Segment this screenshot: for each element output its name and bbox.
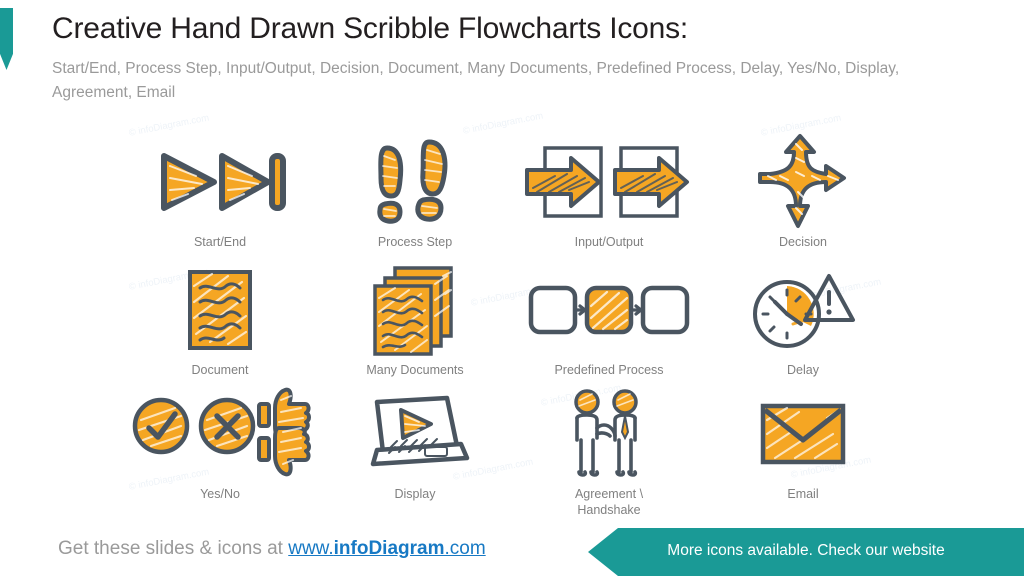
display-icon	[317, 388, 513, 480]
icon-cell-start-end[interactable]: Start/End	[122, 136, 318, 250]
predefined-process-icon	[511, 264, 707, 356]
icon-cell-input-output[interactable]: Input/Output	[511, 136, 707, 250]
slide: Creative Hand Drawn Scribble Flowcharts …	[0, 0, 1024, 576]
icon-cell-yes-no[interactable]: Yes/No	[122, 387, 318, 502]
icon-label: Agreement \ Handshake	[574, 487, 644, 517]
yes-no-icon	[122, 387, 318, 480]
link-brand: infoDiagram	[333, 538, 445, 559]
icon-label: Start/End	[193, 235, 247, 249]
infodiagram-link[interactable]: www.infoDiagram.com	[288, 538, 485, 559]
icon-cell-display[interactable]: Display	[317, 388, 513, 502]
process-step-icon	[317, 136, 513, 228]
icon-cell-delay[interactable]: Delay	[705, 264, 901, 378]
icon-label: Input/Output	[574, 235, 644, 249]
link-www: www.	[288, 538, 334, 559]
icon-cell-agreement[interactable]: Agreement \ Handshake	[511, 388, 707, 518]
icon-label: Predefined Process	[554, 363, 664, 377]
footer: Get these slides & icons at www.infoDiag…	[0, 528, 1024, 576]
document-icon	[122, 264, 318, 356]
icon-cell-many-documents[interactable]: Many Documents	[317, 264, 513, 378]
icon-label: Decision	[779, 235, 827, 249]
icon-cell-decision[interactable]: Decision	[705, 134, 901, 250]
link-tld: .com	[444, 538, 486, 559]
start-end-icon	[122, 136, 318, 228]
decision-icon	[705, 134, 901, 228]
icon-label: Email	[787, 487, 819, 501]
page-subtitle: Start/End, Process Step, Input/Output, D…	[52, 60, 900, 101]
banner-text: More icons available. Check our website	[667, 542, 945, 559]
icon-cell-predefined-process[interactable]: Predefined Process	[511, 264, 707, 378]
agreement-handshake-icon	[511, 388, 707, 480]
icon-cell-document[interactable]: Document	[122, 264, 318, 378]
footer-cta: Get these slides & icons at www.infoDiag…	[58, 538, 486, 560]
email-icon	[705, 388, 901, 480]
icon-label: Document	[191, 363, 249, 377]
accent-bar	[0, 8, 13, 70]
icon-cell-process-step[interactable]: Process Step	[317, 136, 513, 250]
icon-label: Process Step	[377, 235, 453, 249]
icon-label: Delay	[787, 363, 819, 377]
many-documents-icon	[317, 264, 513, 356]
page-title: Creative Hand Drawn Scribble Flowcharts …	[52, 12, 689, 45]
icon-label: Yes/No	[200, 487, 240, 501]
icon-label: Display	[394, 487, 436, 501]
icon-cell-email[interactable]: Email	[705, 388, 901, 502]
icon-grid: Start/End Process Step Input/Output Deci…	[0, 112, 1024, 522]
delay-icon	[705, 264, 901, 356]
input-output-icon	[511, 136, 707, 228]
more-icons-banner[interactable]: More icons available. Check our website	[588, 528, 1024, 576]
icon-label: Many Documents	[366, 363, 464, 377]
footer-cta-text: Get these slides & icons at	[58, 538, 289, 559]
